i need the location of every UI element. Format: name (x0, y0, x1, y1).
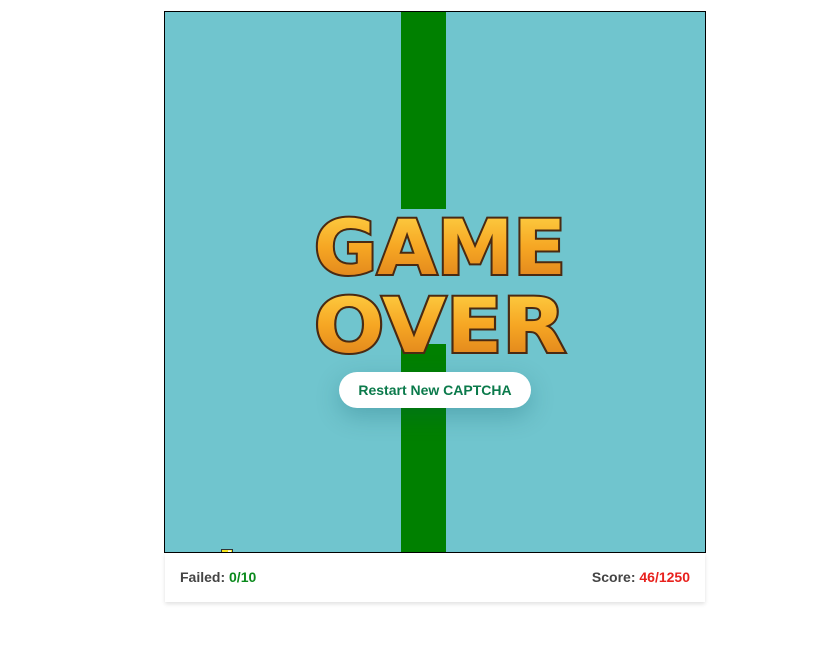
failed-value: 0/10 (229, 569, 257, 585)
score-counter: Score: 46/1250 (592, 569, 690, 585)
score-label: Score: (591, 569, 640, 585)
game-over-banner: GAME OVER (312, 202, 568, 358)
score-value: 46/1250 (639, 569, 690, 585)
game-over-line1: GAME (314, 203, 566, 292)
status-bar: Failed: 0/10 Score: 46/1250 (165, 553, 705, 602)
failed-label: Failed: (180, 569, 230, 585)
restart-captcha-button[interactable]: Restart New CAPTCHA (339, 372, 531, 408)
pipe-top (401, 12, 446, 209)
failed-counter: Failed: 0/10 (180, 569, 256, 585)
game-canvas[interactable]: GAME OVER Restart New CAPTCHA (164, 11, 706, 553)
game-over-line2: OVER (314, 281, 566, 358)
